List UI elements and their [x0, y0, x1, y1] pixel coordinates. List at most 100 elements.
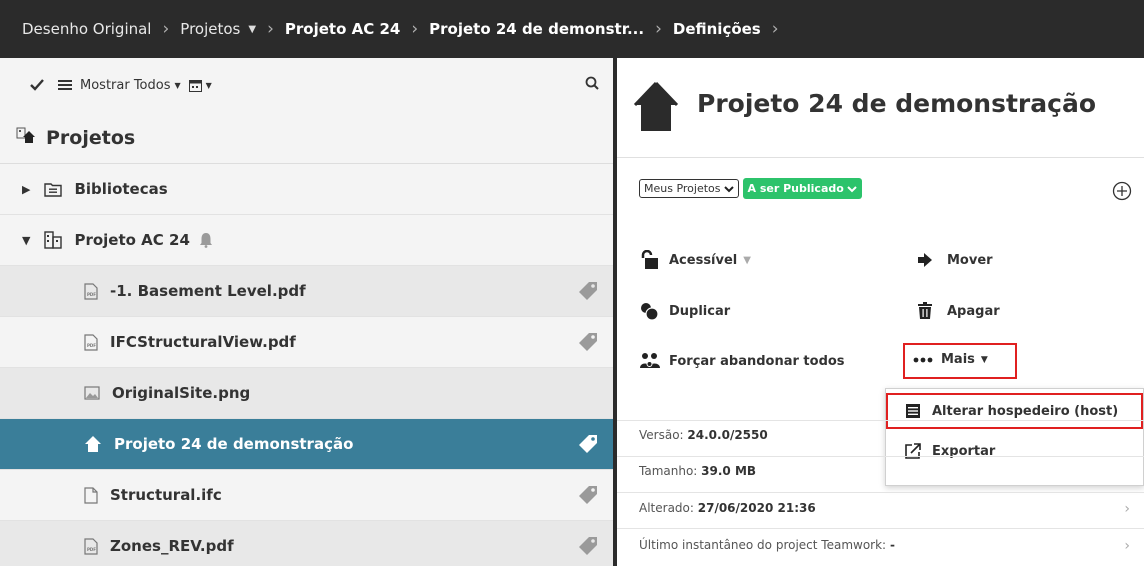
tree-item-label: OriginalSite.png: [112, 384, 251, 402]
move-label: Mover: [947, 252, 993, 268]
caret-down-icon: ▼: [205, 80, 212, 90]
menu-item-label: Alterar hospedeiro (host): [932, 403, 1119, 419]
chevron-right-icon: ›: [771, 19, 779, 39]
tree-item-ifc-structural-view[interactable]: PDF IFCStructuralView.pdf: [0, 317, 613, 368]
tree-item-label: Projeto AC 24: [74, 231, 190, 249]
projects-icon: [16, 125, 36, 150]
export-icon: [894, 442, 932, 460]
tag-icon[interactable]: [577, 535, 599, 561]
chevron-down-icon: [723, 185, 734, 192]
tree-item-structural-ifc[interactable]: Structural.ifc: [0, 470, 613, 521]
collapse-triangle-icon[interactable]: ▼: [22, 234, 30, 247]
calendar-filter[interactable]: ▼: [188, 79, 212, 92]
size-value: 39.0 MB: [701, 464, 757, 478]
snapshot-value: -: [889, 538, 895, 552]
breadcrumb-desenho-original[interactable]: Desenho Original: [22, 20, 151, 38]
modified-label: Alterado:: [639, 501, 694, 515]
list-icon[interactable]: [58, 79, 72, 91]
pdf-file-icon: PDF: [84, 282, 98, 300]
more-dropdown-menu: Alterar hospedeiro (host) Exportar: [885, 388, 1144, 486]
tree-item-projeto-24-selected[interactable]: Projeto 24 de demonstração: [0, 419, 613, 470]
menu-item-change-host[interactable]: Alterar hospedeiro (host): [894, 394, 1118, 428]
info-separator: [617, 420, 1144, 421]
duplicate-label: Duplicar: [669, 303, 731, 319]
info-separator: [617, 456, 1144, 457]
force-leave-all-label: Forçar abandonar todos: [669, 353, 845, 369]
project-header: Projeto 24 de demonstração: [617, 58, 1144, 158]
unlock-icon: [639, 250, 669, 270]
tree-root-label: Projetos: [46, 126, 136, 149]
tree-item-label: Bibliotecas: [74, 180, 168, 198]
tree-item-projeto-ac-24[interactable]: ▼ Projeto AC 24: [0, 215, 613, 266]
house-icon: [633, 81, 679, 135]
accessible-label: Acessível: [669, 252, 738, 268]
version-value: 24.0.0/2550: [687, 428, 768, 442]
tree-item-label: IFCStructuralView.pdf: [110, 333, 296, 351]
bell-icon[interactable]: [198, 232, 214, 248]
server-icon: [894, 403, 932, 419]
tree-item-label: Zones_REV.pdf: [110, 537, 234, 555]
svg-text:PDF: PDF: [87, 292, 96, 297]
modified-info[interactable]: Alterado: 27/06/2020 21:36: [639, 501, 816, 515]
force-leave-all-button[interactable]: Forçar abandonar todos: [639, 351, 845, 371]
tree-toolbar: Mostrar Todos ▼ ▼: [0, 58, 613, 112]
search-icon[interactable]: [585, 76, 599, 94]
tree-item-original-site[interactable]: OriginalSite.png: [0, 368, 613, 419]
project-tree-panel: Mostrar Todos ▼ ▼ Projetos ▶ Bibliotecas…: [0, 58, 613, 566]
image-file-icon: [84, 386, 100, 400]
project-title: Projeto 24 de demonstração: [697, 89, 1096, 118]
size-info: Tamanho: 39.0 MB: [639, 464, 756, 478]
tree-item-zones-rev[interactable]: PDF Zones_REV.pdf: [0, 521, 613, 566]
chevron-right-icon: ›: [267, 19, 274, 39]
accessible-button[interactable]: Acessível ▼: [639, 250, 751, 270]
menu-item-export[interactable]: Exportar: [894, 434, 995, 468]
chevron-right-icon[interactable]: ›: [1124, 538, 1130, 554]
status-badge-label: A ser Publicado: [747, 182, 844, 195]
delete-button[interactable]: Apagar: [917, 302, 1000, 320]
tree-item-label: Projeto 24 de demonstração: [114, 435, 354, 453]
show-all-label: Mostrar Todos: [80, 77, 171, 93]
breadcrumb-projeto-ac-24[interactable]: Projeto AC 24: [285, 20, 400, 38]
chevron-right-icon: ›: [411, 19, 419, 39]
scope-select[interactable]: Meus Projetos: [639, 179, 739, 198]
tree-item-bibliotecas[interactable]: ▶ Bibliotecas: [0, 164, 613, 215]
caret-down-icon: ▼: [174, 80, 181, 90]
tree-item-label: Structural.ifc: [110, 486, 222, 504]
size-label: Tamanho:: [639, 464, 698, 478]
project-detail-panel: Projeto 24 de demonstração Meus Projetos…: [617, 58, 1144, 566]
caret-down-icon[interactable]: ▼: [248, 24, 256, 35]
move-button[interactable]: Mover: [917, 252, 993, 268]
library-folder-icon: [44, 182, 63, 197]
breadcrumb-definicoes[interactable]: Definições: [673, 20, 761, 38]
duplicate-button[interactable]: Duplicar: [639, 301, 730, 321]
tree-root-projetos[interactable]: Projetos: [0, 112, 613, 164]
version-label: Versão:: [639, 428, 684, 442]
house-icon: [84, 435, 102, 453]
checkmark-icon[interactable]: [30, 79, 44, 91]
chevron-right-icon[interactable]: ›: [1124, 501, 1130, 517]
add-circle-icon[interactable]: [1112, 181, 1132, 205]
breadcrumb-projeto-24[interactable]: Projeto 24 de demonstr...: [429, 20, 644, 38]
chevron-right-icon: ›: [162, 19, 170, 39]
tree-item-basement-level[interactable]: PDF -1. Basement Level.pdf: [0, 266, 613, 317]
arrow-right-icon: [917, 252, 947, 268]
expand-triangle-icon[interactable]: ▶: [22, 183, 30, 196]
show-all-filter[interactable]: Mostrar Todos ▼: [80, 78, 181, 93]
chevron-down-icon: [847, 185, 857, 192]
tag-icon[interactable]: [577, 433, 599, 459]
tag-icon[interactable]: [577, 484, 599, 510]
breadcrumb-projetos[interactable]: Projetos: [180, 20, 240, 38]
tag-icon[interactable]: [577, 331, 599, 357]
svg-text:PDF: PDF: [87, 547, 96, 552]
pdf-file-icon: PDF: [84, 333, 98, 351]
info-separator: [617, 528, 1144, 529]
building-icon: [44, 231, 63, 249]
snapshot-info[interactable]: Último instantâneo do project Teamwork: …: [639, 538, 895, 552]
delete-label: Apagar: [947, 303, 1000, 319]
info-separator: [617, 492, 1144, 493]
status-badge[interactable]: A ser Publicado: [742, 178, 862, 199]
version-info: Versão: 24.0.0/2550: [639, 428, 768, 442]
tag-icon[interactable]: [577, 280, 599, 306]
more-button[interactable]: Mais ▼: [913, 352, 988, 367]
project-filters: Meus Projetos A ser Publicado: [639, 178, 862, 199]
